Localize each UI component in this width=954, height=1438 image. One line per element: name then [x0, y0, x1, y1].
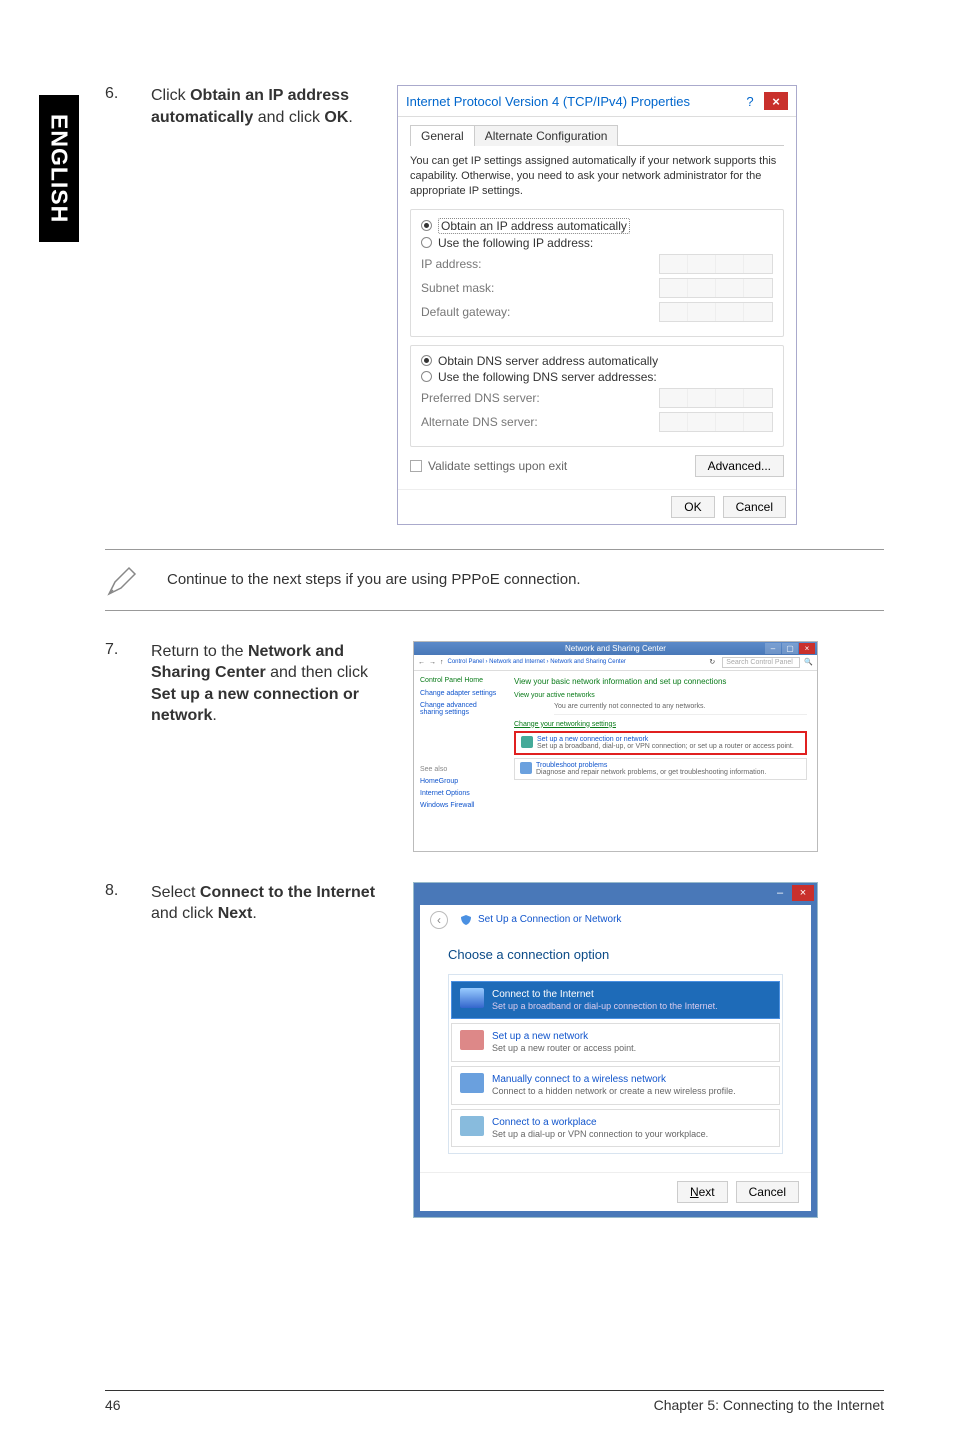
search-input[interactable]: Search Control Panel — [722, 657, 800, 668]
option-connect-workplace[interactable]: Connect to a workplaceSet up a dial-up o… — [451, 1109, 780, 1148]
subnet-mask-input — [659, 278, 773, 298]
breadcrumb[interactable]: Control Panel › Network and Internet › N… — [448, 659, 703, 665]
sidebar-see-also: See also — [420, 766, 498, 773]
radio-icon — [421, 220, 432, 231]
maximize-button[interactable]: ▢ — [782, 643, 798, 654]
refresh-icon[interactable]: ↻ — [706, 658, 718, 666]
sidebar-advanced-sharing[interactable]: Change advanced sharing settings — [420, 702, 498, 716]
page-number: 46 — [105, 1397, 121, 1413]
tab-general[interactable]: General — [410, 125, 475, 146]
sidebar-control-panel-home[interactable]: Control Panel Home — [420, 677, 498, 684]
dialog-title: Internet Protocol Version 4 (TCP/IPv4) P… — [406, 94, 690, 109]
step-text: Return to the Network and Sharing Center… — [151, 641, 387, 852]
option-setup-new-network[interactable]: Set up a new networkSet up a new router … — [451, 1023, 780, 1062]
note-text: Continue to the next steps if you are us… — [167, 571, 581, 588]
tcpip-properties-dialog: Internet Protocol Version 4 (TCP/IPv4) P… — [397, 85, 797, 525]
address-bar: ← → ↑ Control Panel › Network and Intern… — [414, 655, 817, 671]
chapter-title: Chapter 5: Connecting to the Internet — [654, 1397, 884, 1413]
checkbox-icon — [410, 460, 422, 472]
network-icon — [521, 736, 533, 748]
step-8: 8. Select Connect to the Internet and cl… — [105, 882, 884, 1219]
link-troubleshoot[interactable]: Troubleshoot problems Diagnose and repai… — [514, 758, 807, 780]
step-7: 7. Return to the Network and Sharing Cen… — [105, 641, 884, 852]
sidebar-internet-options[interactable]: Internet Options — [420, 790, 498, 797]
option-connect-internet[interactable]: Connect to the InternetSet up a broadban… — [451, 981, 780, 1020]
preferred-dns-input — [659, 388, 773, 408]
radio-obtain-ip-auto[interactable]: Obtain an IP address automatically — [421, 218, 773, 234]
page-content: 6. Click Obtain an IP address automatica… — [105, 85, 884, 1378]
window-title: Network and Sharing Center — [565, 644, 666, 653]
wireless-icon — [460, 1073, 484, 1093]
cancel-button[interactable]: Cancel — [723, 496, 786, 518]
page-footer: 46 Chapter 5: Connecting to the Internet — [105, 1390, 884, 1413]
router-icon — [460, 1030, 484, 1050]
tab-alternate-config[interactable]: Alternate Configuration — [474, 125, 619, 146]
search-icon[interactable]: 🔍 — [804, 658, 813, 666]
sidebar-windows-firewall[interactable]: Windows Firewall — [420, 802, 498, 809]
pen-icon — [105, 562, 141, 598]
back-button[interactable]: ‹ — [430, 911, 448, 929]
tabstrip: General Alternate Configuration — [410, 125, 784, 146]
alternate-dns-input — [659, 412, 773, 432]
dialog-titlebar: Internet Protocol Version 4 (TCP/IPv4) P… — [398, 86, 796, 117]
option-manual-wireless[interactable]: Manually connect to a wireless networkCo… — [451, 1066, 780, 1105]
sidebar-change-adapter[interactable]: Change adapter settings — [420, 690, 498, 697]
wizard-header: ‹ Set Up a Connection or Network — [420, 905, 811, 935]
text-not-connected: You are currently not connected to any n… — [554, 701, 807, 715]
close-button[interactable]: × — [799, 643, 815, 654]
heading-active-networks: View your active networks — [514, 692, 807, 699]
minimize-button[interactable]: – — [769, 885, 791, 901]
shield-icon — [460, 914, 472, 926]
checkbox-validate-settings[interactable]: Validate settings upon exit — [410, 459, 567, 473]
advanced-button[interactable]: Advanced... — [695, 455, 784, 477]
help-button[interactable]: ? — [738, 92, 762, 110]
wizard-heading: Choose a connection option — [448, 947, 783, 962]
window-titlebar: Network and Sharing Center – ▢ × — [414, 642, 817, 655]
label-ip-address: IP address: — [421, 257, 481, 271]
building-icon — [460, 1116, 484, 1136]
label-gateway: Default gateway: — [421, 305, 510, 319]
label-preferred-dns: Preferred DNS server: — [421, 391, 540, 405]
note: Continue to the next steps if you are us… — [105, 549, 884, 611]
sidebar: Control Panel Home Change adapter settin… — [414, 671, 504, 851]
troubleshoot-icon — [520, 762, 532, 774]
back-icon[interactable]: ← — [418, 659, 425, 666]
label-subnet: Subnet mask: — [421, 281, 494, 295]
sidebar-homegroup[interactable]: HomeGroup — [420, 778, 498, 785]
step-number: 7. — [105, 641, 125, 852]
heading-change-settings: Change your networking settings — [514, 721, 807, 728]
close-button[interactable]: × — [764, 92, 788, 110]
network-sharing-center-window: Network and Sharing Center – ▢ × ← → ↑ C… — [413, 641, 818, 852]
dialog-description: You can get IP settings assigned automat… — [410, 154, 784, 199]
radio-icon — [421, 371, 432, 382]
radio-use-following-ip[interactable]: Use the following IP address: — [421, 236, 773, 250]
step-text: Click Obtain an IP address automatically… — [151, 85, 371, 525]
label-alternate-dns: Alternate DNS server: — [421, 415, 538, 429]
close-button[interactable]: × — [792, 885, 814, 901]
minimize-button[interactable]: – — [765, 643, 781, 654]
link-setup-new-connection[interactable]: Set up a new connection or network Set u… — [514, 731, 807, 755]
step-number: 6. — [105, 85, 125, 525]
next-button[interactable]: Next — [677, 1181, 728, 1203]
radio-obtain-dns-auto[interactable]: Obtain DNS server address automatically — [421, 354, 773, 368]
step-number: 8. — [105, 882, 125, 1219]
step-6: 6. Click Obtain an IP address automatica… — [105, 85, 884, 525]
up-icon[interactable]: ↑ — [440, 659, 444, 666]
globe-icon — [460, 988, 484, 1008]
cancel-button[interactable]: Cancel — [736, 1181, 799, 1203]
radio-use-following-dns[interactable]: Use the following DNS server addresses: — [421, 370, 773, 384]
gateway-input — [659, 302, 773, 322]
ok-button[interactable]: OK — [671, 496, 714, 518]
forward-icon[interactable]: → — [429, 659, 436, 666]
radio-icon — [421, 355, 432, 366]
language-tab: ENGLISH — [39, 95, 79, 242]
wizard-title: Set Up a Connection or Network — [478, 914, 621, 925]
heading-basic-info: View your basic network information and … — [514, 677, 807, 686]
setup-connection-wizard: – × ‹ Set Up a Connection or Network Cho… — [413, 882, 818, 1219]
ip-address-input — [659, 254, 773, 274]
radio-icon — [421, 237, 432, 248]
step-text: Select Connect to the Internet and click… — [151, 882, 387, 1219]
main-panel: View your basic network information and … — [504, 671, 817, 851]
